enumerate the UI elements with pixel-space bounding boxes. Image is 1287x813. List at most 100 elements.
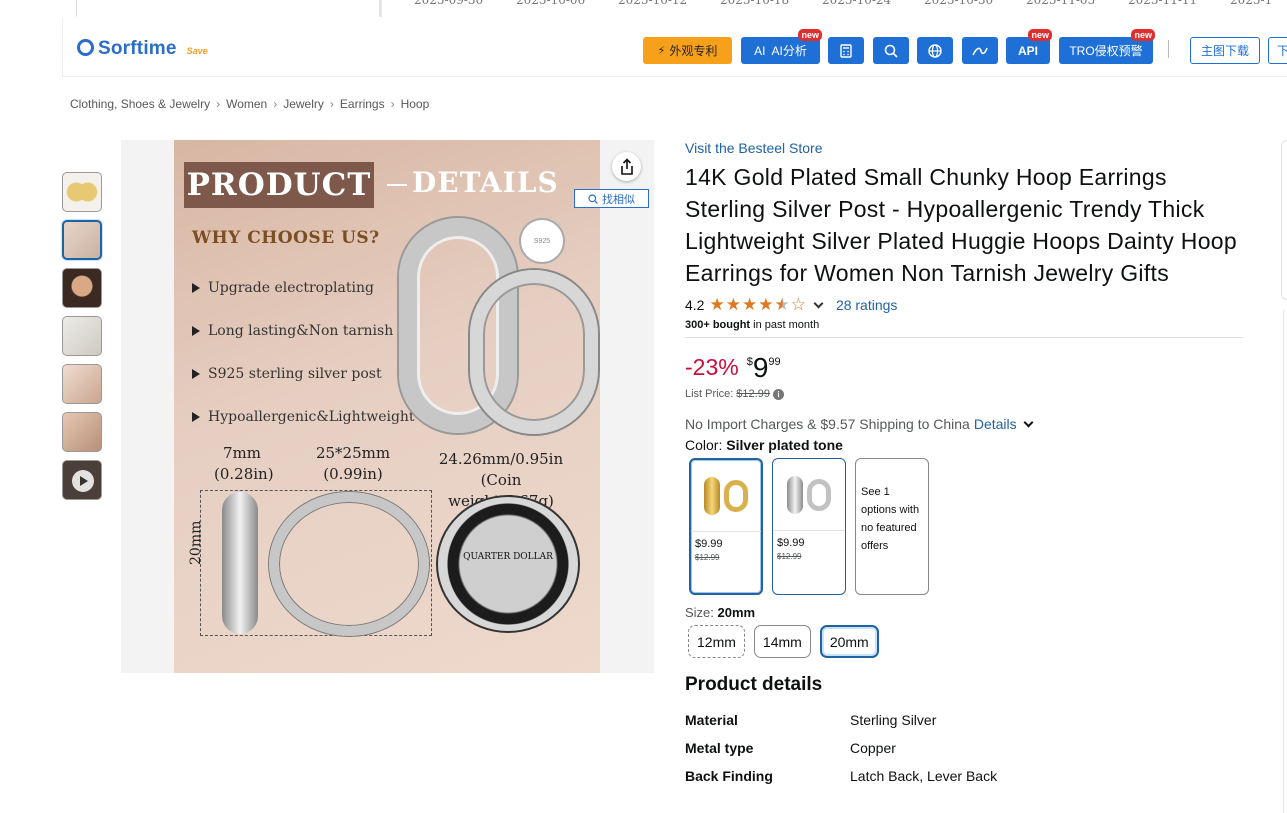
color-label: Color:	[685, 437, 723, 453]
swatch-image	[773, 459, 845, 531]
date-tick: 2025-11-05	[1026, 0, 1096, 7]
dimension-value: 7mm	[223, 444, 261, 462]
details-row: Back Finding Latch Back, Lever Back	[685, 768, 1245, 796]
globe-icon	[928, 43, 942, 58]
size-label: Size:	[685, 605, 714, 620]
date-tick: 2025-10-30	[924, 0, 994, 7]
details-key: Back Finding	[685, 768, 773, 784]
share-button[interactable]	[612, 152, 641, 181]
main-product-image[interactable]: PRODUCT DETAILS WHY CHOOSE US? Upgrade e…	[121, 140, 654, 673]
thumbnail-image[interactable]	[62, 316, 102, 356]
graphic-title-1: PRODUCT	[186, 167, 372, 203]
thumbnail-image[interactable]	[62, 268, 102, 308]
rating-row: 4.2 ★★★★★☆ 28 ratings	[685, 295, 1245, 315]
graphic-title-2: DETAILS	[387, 166, 559, 199]
info-icon[interactable]: i	[772, 388, 784, 400]
calculator-button[interactable]	[828, 37, 864, 64]
price: $ 9 99	[747, 354, 781, 382]
swatch-image	[691, 460, 761, 532]
breadcrumb-link[interactable]: Clothing, Shoes & Jewelry	[70, 97, 210, 111]
size-option-12mm[interactable]: 12mm	[688, 625, 745, 658]
date-tick: 2025-10-24	[822, 0, 892, 7]
color-swatches: $9.99 $12.99 $9.99 $12.99 See 1 options …	[689, 458, 1245, 595]
star-icon-full: ★★★★	[709, 295, 775, 314]
chevron-down-icon[interactable]	[1023, 417, 1034, 427]
toolbar-divider	[1168, 40, 1169, 58]
earring-hoop-icon	[724, 479, 748, 512]
graphic-bullet: Upgrade electroplating	[192, 280, 374, 296]
star-rating[interactable]: ★★★★★☆	[709, 295, 806, 315]
breadcrumb-link[interactable]: Women	[226, 97, 267, 111]
date-tick: 2025-10-12	[618, 0, 688, 7]
divider	[685, 337, 1243, 338]
calculator-icon	[840, 43, 852, 58]
quarter-coin	[436, 495, 580, 633]
sorftime-logo[interactable]: Sorftime Save	[77, 37, 208, 60]
star-icon-empty: ☆	[790, 295, 807, 314]
ai-analysis-button[interactable]: AI AI分析 new	[741, 29, 822, 64]
api-label: API	[1017, 43, 1038, 58]
dimension-width: 7mm (0.28in)	[214, 443, 274, 485]
size-row: Size: 20mm	[685, 605, 1245, 620]
size-value: 20mm	[717, 605, 756, 620]
swatch-see-options[interactable]: See 1 options with no featured offers	[855, 458, 929, 595]
price-fraction: 99	[768, 356, 781, 368]
details-link[interactable]: Details	[974, 416, 1017, 432]
search-button[interactable]	[873, 37, 909, 64]
search-icon	[884, 44, 898, 58]
size-option-20mm[interactable]: 20mm	[819, 625, 879, 658]
earring-drop-icon	[787, 475, 803, 514]
patent-label: 外观专利	[669, 44, 718, 58]
breadcrumb-separator: ›	[390, 97, 395, 111]
details-value: Latch Back, Lever Back	[850, 768, 998, 784]
swatch-list-price: $12.99	[695, 553, 720, 562]
dimension-height: 20mm	[188, 520, 204, 565]
chevron-down-icon[interactable]	[813, 298, 824, 309]
trend-button[interactable]	[962, 37, 998, 64]
discount-percent: -23%	[685, 354, 739, 380]
product-title: 14K Gold Plated Small Chunky Hoop Earrin…	[685, 164, 1237, 286]
thumbnail-video[interactable]	[62, 460, 102, 500]
breadcrumb-link[interactable]: Jewelry	[283, 97, 324, 111]
price-row: -23% $ 9 99	[685, 354, 1245, 382]
patent-button[interactable]: ⚡ 外观专利	[643, 37, 732, 64]
color-value: Silver plated tone	[726, 437, 843, 453]
store-link[interactable]: Visit the Besteel Store	[685, 140, 1245, 156]
dimension-diameter: 25*25mm (0.99in)	[308, 443, 398, 485]
trend-icon	[972, 47, 988, 55]
thumbnail-image-selected[interactable]	[62, 220, 102, 260]
chart-date-axis: 2025-09-30 2025-10-06 2025-10-12 2025-10…	[414, 0, 1287, 7]
swatch-gold[interactable]: $9.99 $12.99	[689, 458, 763, 595]
main-image-download-label: 主图下载	[1200, 44, 1249, 58]
api-button[interactable]: API new	[1006, 29, 1052, 64]
breadcrumb-link[interactable]: Hoop	[401, 97, 430, 111]
breadcrumb-link[interactable]: Earrings	[340, 97, 385, 111]
dimension-value-in: (0.28in)	[214, 465, 274, 483]
bought-suffix: in past month	[750, 319, 820, 331]
main-image-download-button[interactable]: 主图下载	[1190, 37, 1260, 64]
more-download-button[interactable]: 下	[1268, 37, 1287, 64]
import-shipping-text: No Import Charges & $9.57 Shipping to Ch…	[685, 416, 970, 432]
swatch-list-price: $12.99	[777, 552, 802, 561]
find-similar-label: 找相似	[602, 193, 635, 206]
find-similar-button[interactable]: 找相似	[574, 189, 649, 208]
dimension-value: 25*25mm	[315, 444, 391, 462]
tro-alert-button[interactable]: TRO侵权预警 new	[1059, 29, 1155, 64]
size-option-14mm[interactable]: 14mm	[753, 625, 811, 658]
dimension-value: 24.26mm/0.95in	[438, 450, 564, 468]
globe-button[interactable]	[917, 37, 953, 64]
graphic-title-box: PRODUCT	[184, 162, 374, 208]
star-icon-half: ★	[774, 295, 791, 314]
coin-label: QUARTER DOLLAR	[463, 552, 553, 562]
bought-in-past-month: 300+ bought in past month	[685, 319, 1245, 331]
dimension-value-in: (0.99in)	[323, 465, 383, 483]
swatch-silver[interactable]: $9.99 $12.99	[772, 458, 846, 595]
thumbnail-image[interactable]	[62, 364, 102, 404]
ratings-count-link[interactable]: 28 ratings	[836, 297, 897, 313]
thumbnail-image[interactable]	[62, 412, 102, 452]
import-shipping-row: No Import Charges & $9.57 Shipping to Ch…	[685, 416, 1245, 432]
search-icon	[588, 193, 598, 204]
breadcrumb: Clothing, Shoes & Jewelry › Women › Jewe…	[70, 97, 429, 111]
size-options: 12mm 14mm 20mm	[688, 625, 1245, 658]
thumbnail-image[interactable]	[62, 172, 102, 212]
